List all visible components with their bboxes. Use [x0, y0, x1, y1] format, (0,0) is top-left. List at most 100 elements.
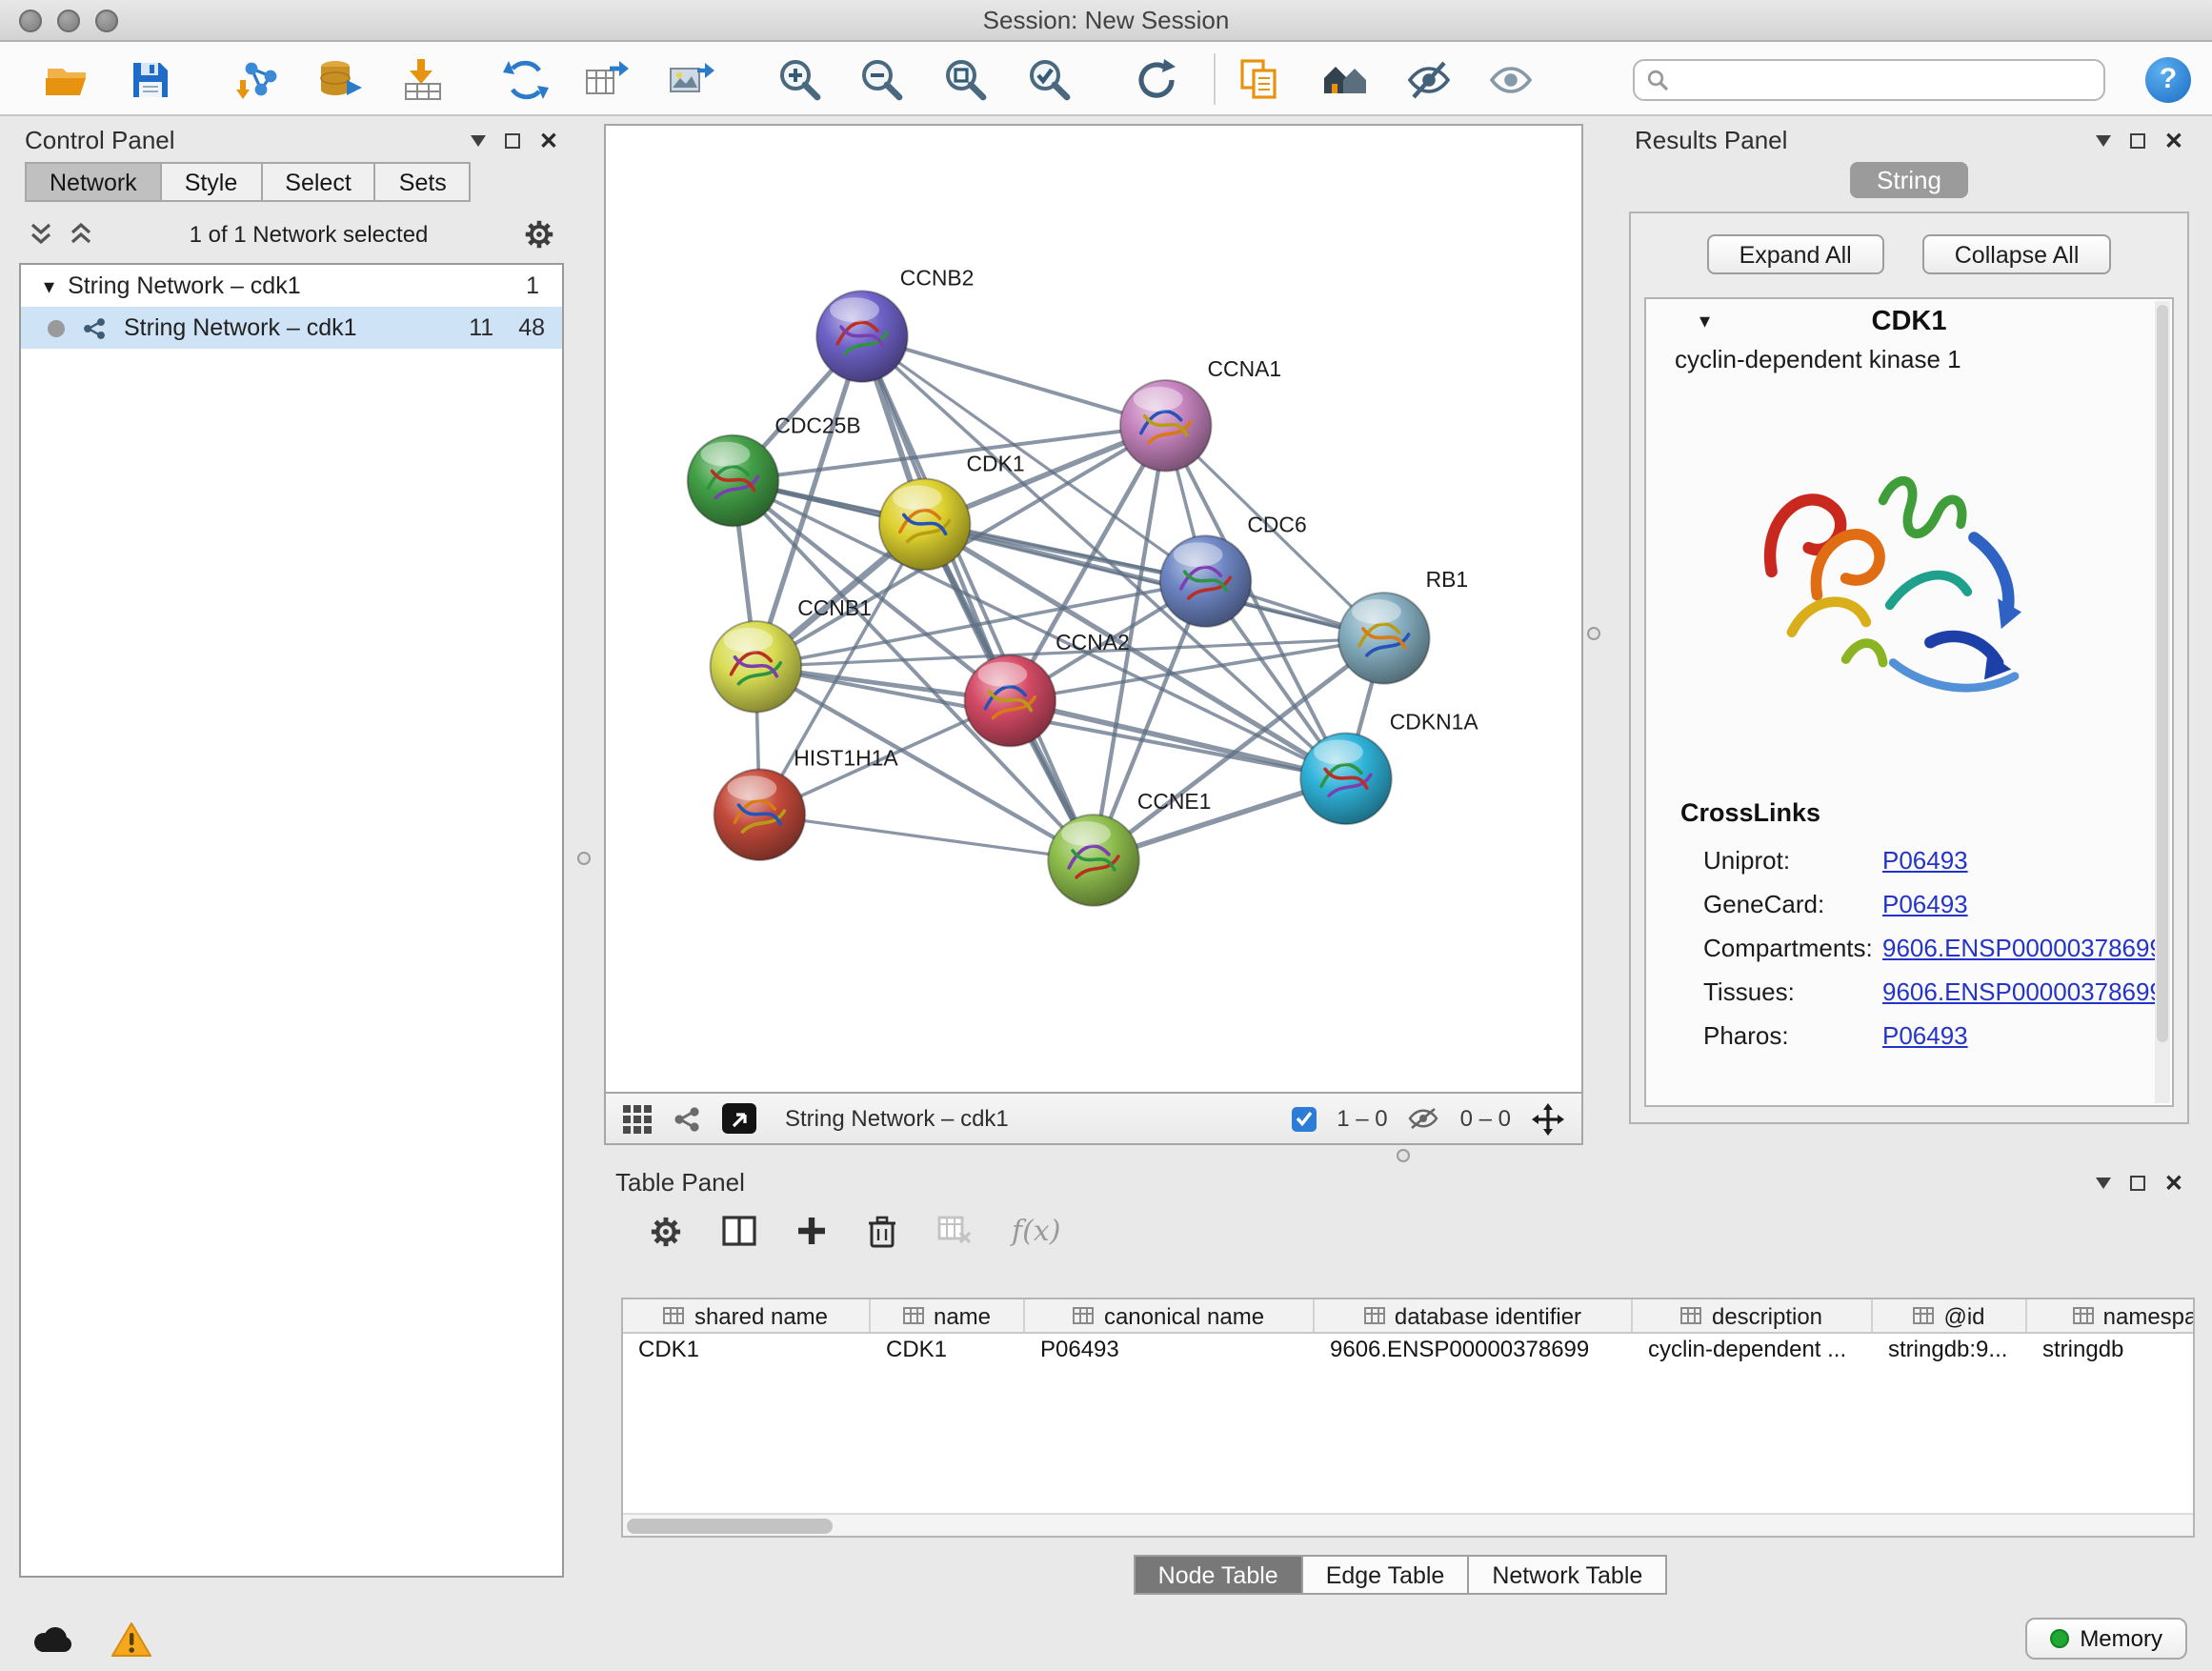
crosslink-link[interactable]: 9606.ENSP00000378699: [1882, 977, 2163, 1006]
column-header-canonical-name[interactable]: canonical name: [1025, 1299, 1315, 1332]
collapse-triangle-icon[interactable]: ▾: [44, 273, 54, 298]
grid-view-icon[interactable]: [623, 1104, 652, 1133]
zoom-fit-button[interactable]: [941, 55, 991, 105]
export-table-button[interactable]: [581, 55, 631, 105]
expand-all-icon[interactable]: [69, 223, 93, 246]
home-button[interactable]: [1320, 55, 1370, 105]
export-image-button[interactable]: [665, 55, 714, 105]
table-row[interactable]: CDK1CDK1P064939606.ENSP00000378699cyclin…: [623, 1334, 2193, 1366]
copy-documents-button[interactable]: [1235, 55, 1284, 105]
column-header-namespac[interactable]: namespac: [2027, 1299, 2195, 1332]
panel-close-icon[interactable]: ✕: [2164, 131, 2183, 150]
warning-icon[interactable]: [111, 1621, 152, 1667]
column-header-shared-name[interactable]: shared name: [623, 1299, 871, 1332]
panel-float-icon[interactable]: [2096, 1177, 2111, 1188]
save-session-button[interactable]: [126, 55, 175, 105]
window-title: Session: New Session: [0, 0, 2212, 42]
zoom-in-button[interactable]: [775, 55, 825, 105]
column-header-name[interactable]: name: [871, 1299, 1025, 1332]
network-node-CCNB1[interactable]: CCNB1: [711, 595, 872, 713]
column-header-description[interactable]: description: [1633, 1299, 1873, 1332]
new-network-from-selection-button[interactable]: [501, 55, 551, 105]
hide-button[interactable]: [1404, 55, 1454, 105]
application-window: Session: New Session ? Control Panel: [0, 0, 2212, 1671]
collapse-gene-icon[interactable]: ▾: [1699, 309, 1710, 333]
share-icon[interactable]: [673, 1104, 701, 1133]
import-table-button[interactable]: [398, 55, 448, 105]
tab-select[interactable]: Select: [260, 162, 376, 202]
tab-node-table[interactable]: Node Table: [1134, 1555, 1303, 1595]
network-node-CDC6[interactable]: CDC6: [1160, 512, 1307, 627]
column-header--id[interactable]: @id: [1873, 1299, 2027, 1332]
scrollbar-thumb[interactable]: [2157, 305, 2168, 1043]
delete-column-icon[interactable]: [867, 1215, 897, 1247]
results-panel: Results Panel ✕ String Expand All Collap…: [1623, 124, 2195, 1128]
splitter-handle[interactable]: [1587, 627, 1600, 640]
collapse-all-icon[interactable]: [29, 223, 53, 246]
open-session-button[interactable]: [42, 55, 91, 105]
crosslink-label: Tissues:: [1703, 977, 1882, 1006]
expand-all-button[interactable]: Expand All: [1707, 234, 1884, 274]
function-builder-button[interactable]: f(x): [1012, 1214, 1060, 1248]
table-cell: CDK1: [871, 1334, 1025, 1366]
network-node-RB1[interactable]: RB1: [1338, 567, 1468, 684]
panel-maximize-icon[interactable]: [2130, 132, 2145, 148]
panel-maximize-icon[interactable]: [2130, 1175, 2145, 1190]
window-minimize-button[interactable]: [57, 10, 80, 32]
memory-button[interactable]: Memory: [2024, 1618, 2187, 1660]
window-zoom-button[interactable]: [95, 10, 118, 32]
tab-string[interactable]: String: [1850, 162, 1968, 198]
node-label-HIST1H1A: HIST1H1A: [794, 745, 898, 770]
panel-maximize-icon[interactable]: [505, 132, 520, 148]
network-node-CCNB2[interactable]: CCNB2: [816, 265, 974, 382]
network-node-CCNE1[interactable]: CCNE1: [1048, 789, 1211, 906]
import-network-database-button[interactable]: [314, 55, 364, 105]
apply-preferred-layout-button[interactable]: [1132, 55, 1181, 105]
scrollbar-thumb[interactable]: [627, 1519, 833, 1534]
birdseye-view-button[interactable]: [722, 1103, 756, 1134]
selected-counts: 1 – 0: [1337, 1105, 1387, 1132]
column-header-database-identifier[interactable]: database identifier: [1315, 1299, 1633, 1332]
tab-network-table[interactable]: Network Table: [1467, 1555, 1667, 1595]
panel-float-icon[interactable]: [2096, 134, 2111, 146]
window-close-button[interactable]: [19, 10, 42, 32]
tab-edge-table[interactable]: Edge Table: [1301, 1555, 1470, 1595]
tab-network[interactable]: Network: [25, 162, 162, 202]
zoom-selected-button[interactable]: [1025, 55, 1075, 105]
crosslink-link[interactable]: P06493: [1882, 846, 1968, 875]
horizontal-scrollbar[interactable]: [623, 1513, 2193, 1536]
splitter-handle[interactable]: [1397, 1149, 1410, 1162]
table-settings-gear-icon[interactable]: [650, 1215, 682, 1247]
crosslink-link[interactable]: P06493: [1882, 890, 1968, 918]
crosslink-link[interactable]: 9606.ENSP00000378699: [1882, 934, 2163, 962]
network-node-CDKN1A[interactable]: CDKN1A: [1300, 710, 1478, 825]
network-node-CDC25B[interactable]: CDC25B: [688, 413, 861, 527]
zoom-out-button[interactable]: [857, 55, 907, 105]
cloud-icon[interactable]: [30, 1625, 72, 1663]
import-network-file-button[interactable]: [234, 55, 284, 105]
results-scrollbar[interactable]: [2155, 301, 2170, 1103]
crosslink-link[interactable]: P06493: [1882, 1021, 1968, 1050]
show-columns-icon[interactable]: [722, 1216, 756, 1246]
network-row-selected[interactable]: String Network – cdk1 11 48: [21, 307, 562, 349]
network-node-CCNA1[interactable]: CCNA1: [1120, 356, 1281, 472]
collapse-all-button[interactable]: Collapse All: [1922, 234, 2112, 274]
panel-close-icon[interactable]: ✕: [2164, 1173, 2183, 1192]
show-button[interactable]: [1486, 55, 1536, 105]
panel-close-icon[interactable]: ✕: [539, 131, 558, 150]
network-node-CDK1[interactable]: CDK1: [879, 452, 1025, 571]
add-column-icon[interactable]: [796, 1216, 827, 1246]
pan-tool-icon[interactable]: [1532, 1102, 1564, 1135]
tab-sets[interactable]: Sets: [374, 162, 472, 202]
options-gear-icon[interactable]: [524, 219, 554, 250]
tab-style[interactable]: Style: [160, 162, 263, 202]
help-button[interactable]: ?: [2145, 57, 2191, 103]
network-node-HIST1H1A[interactable]: HIST1H1A: [714, 745, 899, 860]
panel-float-icon[interactable]: [471, 134, 486, 146]
search-input[interactable]: [1679, 67, 2092, 93]
network-collection-row[interactable]: ▾ String Network – cdk1 1: [21, 265, 562, 307]
search-field[interactable]: [1633, 59, 2105, 101]
network-canvas[interactable]: CCNB2CCNA1CDC25BCDK1CDC6RB1CCNB1CCNA2CDK…: [604, 124, 1583, 1094]
splitter-handle[interactable]: [577, 852, 591, 865]
gene-card-header[interactable]: ▾ CDK1: [1646, 299, 2172, 345]
